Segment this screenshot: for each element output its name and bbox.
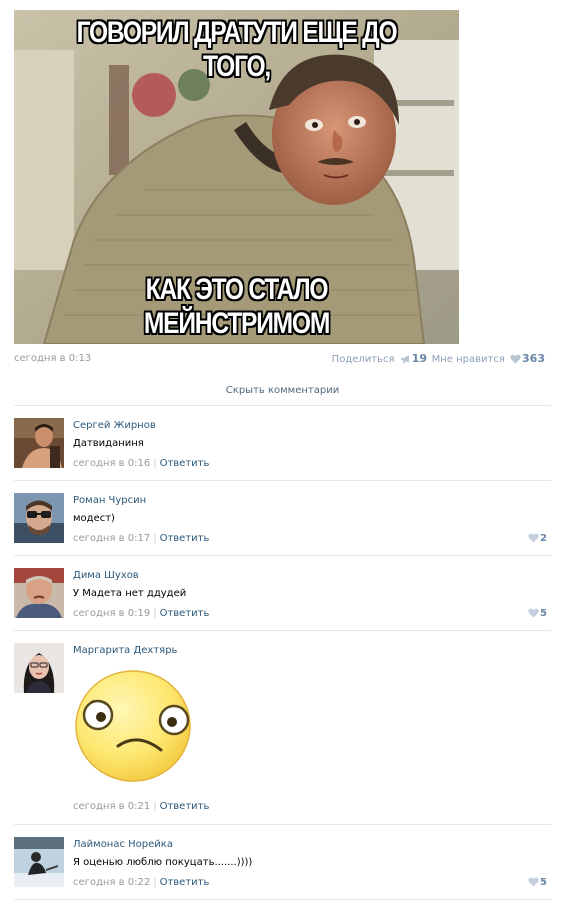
post-meta-bar: сегодня в 0:13 Поделиться 19 Мне нравитс… [14,352,545,366]
comment-time[interactable]: сегодня в 0:21 [73,801,150,812]
share-label: Поделиться [331,354,395,365]
avatar[interactable] [14,837,64,887]
like-button[interactable]: Мне нравится 363 [432,352,545,367]
post-date[interactable]: сегодня в 0:13 [14,352,91,366]
reply-link[interactable]: Ответить [160,608,210,619]
comment-like-button[interactable]: 5 [526,876,547,889]
comment-author[interactable]: Маргарита Дехтярь [73,644,177,657]
comment-meta: сегодня в 0:17 | Ответить [73,533,210,544]
comment-item: Сергей Жирнов Датвиданиня сегодня в 0:16… [14,407,551,481]
comment-text: Датвиданиня [73,438,144,449]
reply-link[interactable]: Ответить [160,801,210,812]
megaphone-icon [400,355,409,363]
reply-link[interactable]: Ответить [160,877,210,888]
comment-author[interactable]: Дима Шухов [73,569,139,582]
avatar[interactable] [14,493,64,543]
sad-smiley-sticker[interactable] [73,662,193,782]
comment-item: Маргарита Дехтярь сегодня в 0:21 | Ответит… [14,632,551,825]
comment-item: Дима Шухов У Мадета нет ддудей сегодня в… [14,557,551,631]
comment-item: Роман Чурсин модест) сегодня в 0:17 | Отве… [14,482,551,556]
reply-link[interactable]: Ответить [160,458,210,469]
meme-bottom-caption: КАК ЭТО СТАЛО МЕЙНСТРИМОМ [143,273,330,340]
comment-meta: сегодня в 0:22 | Ответить [73,877,210,888]
comment-like-count: 5 [540,608,547,619]
heart-icon [528,608,539,618]
share-button[interactable]: Поделиться 19 [332,352,427,367]
like-count: 363 [522,352,545,365]
comment-like-button[interactable]: 2 [526,532,547,545]
comment-text: модест) [73,513,115,524]
comment-author[interactable]: Сергей Жирнов [73,419,156,432]
comment-time[interactable]: сегодня в 0:16 [73,458,150,469]
avatar[interactable] [14,418,64,468]
heart-icon [528,533,539,543]
hide-comments-link[interactable]: Скрыть комментарии [14,379,551,406]
comment-like-count: 5 [540,877,547,888]
comment-like-count: 2 [540,533,547,544]
comment-time[interactable]: сегодня в 0:19 [73,608,150,619]
share-count: 19 [411,352,427,365]
reply-link[interactable]: Ответить [160,533,210,544]
meme-top-caption: ГОВОРИЛ ДРАТУТИ ЕЩЕ ДО ТОГО, [76,16,398,83]
like-label: Мне нравится [431,354,505,365]
comment-meta: сегодня в 0:19 | Ответить [73,608,210,619]
comment-author[interactable]: Роман Чурсин [73,494,146,507]
comment-meta: сегодня в 0:16 | Ответить [73,458,210,469]
comment-meta: сегодня в 0:21 | Ответить [73,801,210,812]
comment-text: Я оценью люблю покуцать.......)))) [73,857,253,868]
comment-text: У Мадета нет ддудей [73,588,187,599]
comment-like-button[interactable]: 5 [526,607,547,620]
comment-time[interactable]: сегодня в 0:22 [73,877,150,888]
avatar[interactable] [14,643,64,693]
comment-item: Лаймонас Норейка Я оценью люблю покуцать… [14,826,551,900]
post-meme-image[interactable]: ГОВОРИЛ ДРАТУТИ ЕЩЕ ДО ТОГО, КАК ЭТО СТА… [14,10,459,344]
comment-author[interactable]: Лаймонас Норейка [73,838,173,851]
heart-icon [528,877,539,887]
heart-icon [510,354,521,364]
avatar[interactable] [14,568,64,618]
comment-time[interactable]: сегодня в 0:17 [73,533,150,544]
